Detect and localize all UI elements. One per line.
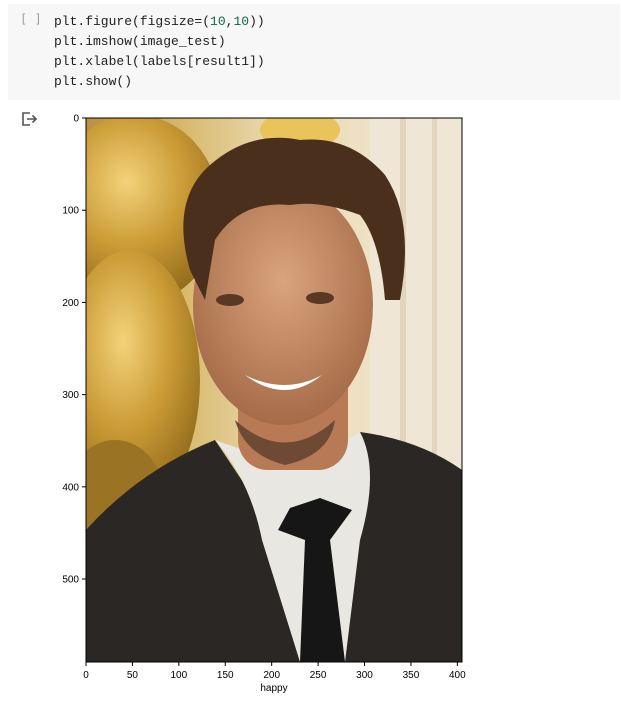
y-tick-label: 400 — [62, 482, 79, 493]
x-tick-label: 400 — [449, 670, 466, 681]
x-tick-label: 200 — [263, 670, 280, 681]
y-tick-label: 500 — [62, 575, 79, 586]
y-axis-ticks: 0 100 200 300 400 500 — [62, 114, 86, 586]
y-tick-label: 100 — [62, 206, 79, 217]
y-tick-label: 300 — [62, 390, 79, 401]
x-tick-label: 300 — [356, 670, 373, 681]
x-tick-label: 350 — [403, 670, 420, 681]
x-tick-label: 150 — [217, 670, 234, 681]
y-tick-label: 0 — [73, 114, 79, 125]
x-tick-label: 100 — [170, 670, 187, 681]
x-tick-label: 0 — [83, 670, 89, 681]
output-plot: 0 50 100 150 200 250 300 350 400 0 100 200 300 400 50… — [62, 114, 466, 695]
x-axis-label: happy — [260, 683, 287, 694]
x-tick-label: 250 — [310, 670, 327, 681]
portrait-image — [86, 118, 462, 662]
y-tick-label: 200 — [62, 298, 79, 309]
x-axis-ticks: 0 50 100 150 200 250 300 350 400 — [83, 662, 466, 681]
x-tick-label: 50 — [127, 670, 139, 681]
